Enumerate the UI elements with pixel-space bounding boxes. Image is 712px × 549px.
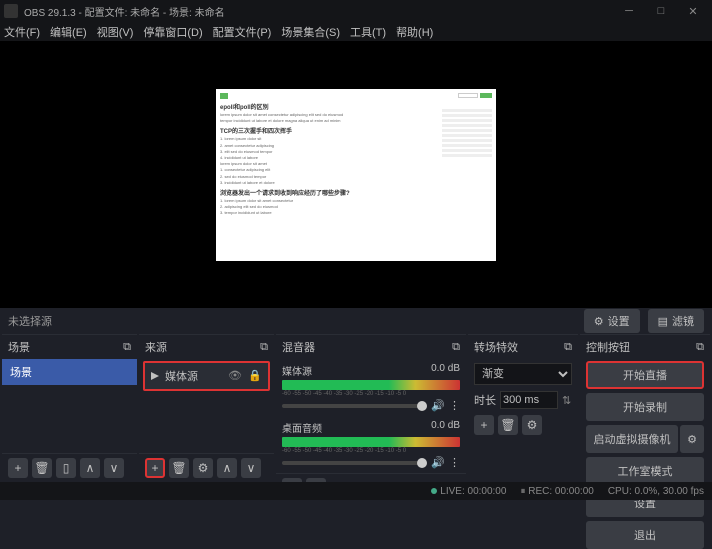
- mixer-name: 桌面音频: [282, 420, 322, 435]
- transition-settings-button[interactable]: ⚙: [522, 415, 542, 435]
- duration-label: 时长: [474, 392, 496, 408]
- controls-popout-icon[interactable]: ⧉: [696, 341, 704, 354]
- mixer-name: 媒体源: [282, 363, 312, 378]
- spinner-icon[interactable]: ⇅: [562, 394, 571, 407]
- mixer-meter: [282, 437, 460, 447]
- transitions-popout-icon[interactable]: ⧉: [564, 341, 572, 354]
- source-filters-button[interactable]: ▤滤镜: [648, 309, 704, 333]
- transition-type-select[interactable]: 渐变: [474, 363, 572, 385]
- virtual-camera-settings-button[interactable]: ⚙: [680, 425, 704, 453]
- media-source-icon: [151, 372, 159, 380]
- scene-remove-button[interactable]: 🗑: [32, 458, 52, 478]
- mixer-meter: [282, 380, 460, 390]
- source-item[interactable]: 媒体源 👁 🔒: [143, 361, 270, 391]
- scene-filter-button[interactable]: ▯: [56, 458, 76, 478]
- gear-icon: ⚙: [594, 315, 604, 328]
- minimize-button[interactable]: ─: [622, 4, 636, 18]
- preview-heading-3: 浏览器发出一个请求到收到响应经历了哪些步骤?: [220, 188, 492, 197]
- filter-icon: ▤: [658, 315, 668, 328]
- virtual-camera-button[interactable]: 启动虚拟摄像机: [586, 425, 678, 453]
- scenes-title: 场景: [8, 339, 30, 355]
- controls-title: 控制按钮: [586, 339, 630, 355]
- source-properties-button[interactable]: ⚙: [193, 458, 213, 478]
- status-rec: ⏸ REC: 00:00:00: [520, 486, 593, 497]
- mixer-title: 混音器: [282, 339, 315, 355]
- menu-edit[interactable]: 编辑(E): [50, 24, 87, 40]
- mixer-menu-icon[interactable]: ⋮: [449, 399, 460, 412]
- visibility-icon[interactable]: 👁: [228, 369, 242, 383]
- menu-file[interactable]: 文件(F): [4, 24, 40, 40]
- start-recording-button[interactable]: 开始录制: [586, 393, 704, 421]
- source-settings-button[interactable]: ⚙设置: [584, 309, 640, 333]
- preview-area[interactable]: epoll和poll的区别 lorem ipsum dolor sit amet…: [0, 42, 712, 308]
- studio-mode-button[interactable]: 工作室模式: [586, 457, 704, 485]
- scene-down-button[interactable]: ∨: [104, 458, 124, 478]
- status-cpu: CPU: 0.0%, 30.00 fps: [608, 486, 704, 497]
- mixer-db: 0.0 dB: [431, 420, 460, 435]
- source-up-button[interactable]: ∧: [217, 458, 237, 478]
- start-streaming-button[interactable]: 开始直播: [586, 361, 704, 389]
- scenes-popout-icon[interactable]: ⧉: [123, 341, 131, 354]
- selection-label: 未选择源: [8, 313, 52, 329]
- sources-title: 来源: [145, 339, 167, 355]
- scene-up-button[interactable]: ∧: [80, 458, 100, 478]
- volume-slider[interactable]: [282, 461, 427, 465]
- exit-button[interactable]: 退出: [586, 521, 704, 549]
- source-name-label: 媒体源: [165, 368, 222, 384]
- speaker-icon[interactable]: 🔊: [431, 456, 445, 469]
- menu-scene-collection[interactable]: 场景集合(S): [281, 24, 340, 40]
- preview-source[interactable]: epoll和poll的区别 lorem ipsum dolor sit amet…: [216, 89, 496, 261]
- speaker-icon[interactable]: 🔊: [431, 399, 445, 412]
- menu-dock[interactable]: 停靠窗口(D): [143, 24, 202, 40]
- transition-add-button[interactable]: +: [474, 415, 494, 435]
- maximize-button[interactable]: □: [654, 4, 668, 18]
- source-remove-button[interactable]: 🗑: [169, 458, 189, 478]
- transitions-title: 转场特效: [474, 339, 518, 355]
- menu-view[interactable]: 视图(V): [97, 24, 134, 40]
- app-icon: [4, 4, 18, 18]
- menu-help[interactable]: 帮助(H): [396, 24, 433, 40]
- scene-add-button[interactable]: +: [8, 458, 28, 478]
- sources-popout-icon[interactable]: ⧉: [260, 341, 268, 354]
- lock-icon[interactable]: 🔒: [248, 369, 262, 383]
- mixer-menu-icon[interactable]: ⋮: [449, 456, 460, 469]
- mixer-channel: 媒体源0.0 dB -60 -55 -50 -45 -40 -35 -30 -2…: [276, 359, 466, 416]
- transition-remove-button[interactable]: 🗑: [498, 415, 518, 435]
- source-add-button[interactable]: +: [145, 458, 165, 478]
- window-title: OBS 29.1.3 - 配置文件: 未命名 - 场景: 未命名: [24, 4, 622, 19]
- scene-item[interactable]: 场景: [2, 359, 137, 385]
- duration-input[interactable]: [500, 391, 558, 409]
- live-dot-icon: [431, 488, 437, 494]
- volume-slider[interactable]: [282, 404, 427, 408]
- mixer-db: 0.0 dB: [431, 363, 460, 378]
- mixer-channel: 桌面音频0.0 dB -60 -55 -50 -45 -40 -35 -30 -…: [276, 416, 466, 473]
- close-button[interactable]: ✕: [686, 4, 700, 18]
- mixer-popout-icon[interactable]: ⧉: [452, 341, 460, 354]
- source-down-button[interactable]: ∨: [241, 458, 261, 478]
- menu-tools[interactable]: 工具(T): [350, 24, 386, 40]
- status-live: LIVE: 00:00:00: [431, 486, 506, 497]
- menu-profile[interactable]: 配置文件(P): [213, 24, 272, 40]
